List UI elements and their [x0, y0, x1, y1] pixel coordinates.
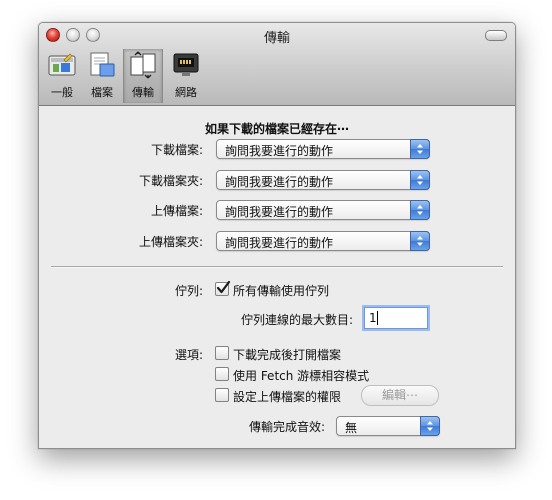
edit-permissions-button[interactable]: 編輯⋯ — [361, 385, 439, 406]
popup-arrows-icon — [410, 170, 430, 190]
options-label: 選項: — [174, 348, 203, 362]
toolbar-item-transfer[interactable]: 傳輸 — [123, 49, 163, 103]
completion-sound-label: 傳輸完成音效: — [248, 420, 325, 434]
toolbar-label-transfer: 傳輸 — [132, 86, 154, 99]
download-folder-label: 下載檔案夾: — [138, 174, 203, 188]
toolbar-item-general[interactable]: 一般 — [43, 49, 81, 103]
upload-permissions-label: 設定上傳檔案的權限 — [233, 390, 342, 404]
queue-label: 佇列: — [174, 284, 203, 298]
download-folder-value: 詢問我要進行的動作 — [225, 175, 334, 189]
toolbar-item-files[interactable]: 檔案 — [83, 49, 121, 103]
title-bar: 傳輸 一般 檔案 傳輸 網路 — [39, 23, 515, 106]
window-title: 傳輸 — [263, 31, 290, 46]
completion-sound-value: 無 — [345, 421, 358, 435]
max-connections-field[interactable]: 1 — [364, 307, 428, 329]
download-file-value: 詢問我要進行的動作 — [225, 144, 334, 158]
max-connections-label: 佇列連線的最大數目: — [240, 313, 353, 327]
open-after-download-checkbox[interactable] — [215, 346, 229, 360]
open-after-download-label: 下載完成後打開檔案 — [233, 348, 342, 362]
text-caret — [377, 311, 378, 325]
toolbar-label-general: 一般 — [51, 86, 73, 99]
use-queue-label: 所有傳輸使用佇列 — [233, 284, 330, 298]
toolbar-label-network: 網路 — [175, 86, 197, 99]
existing-files-header: 如果下載的檔案已經存在⋯ — [204, 122, 349, 136]
general-prefs-icon — [48, 53, 76, 76]
network-icon — [173, 53, 199, 76]
transfer-preferences-panel: 如果下載的檔案已經存在⋯ 下載檔案: 詢問我要進行的動作 下載檔案夾: 詢問我要… — [39, 106, 515, 448]
use-queue-checkbox[interactable] — [215, 280, 231, 296]
upload-permissions-checkbox[interactable] — [215, 388, 229, 402]
preferences-window: 傳輸 一般 檔案 傳輸 網路 如果下載的檔案已經存在⋯ 下載檔案: 詢問我要進行… — [38, 22, 516, 449]
popup-arrows-icon — [410, 231, 430, 251]
files-icon — [90, 52, 115, 77]
upload-file-label: 上傳檔案: — [150, 204, 203, 218]
max-connections-value: 1 — [369, 311, 377, 325]
transfer-icon — [130, 51, 156, 79]
download-folder-popup[interactable]: 詢問我要進行的動作 — [216, 170, 430, 190]
upload-file-value: 詢問我要進行的動作 — [225, 205, 334, 219]
toolbar-item-network[interactable]: 網路 — [167, 49, 205, 103]
completion-sound-popup[interactable]: 無 — [336, 416, 440, 436]
upload-folder-label: 上傳檔案夾: — [138, 235, 203, 249]
popup-arrows-icon — [410, 139, 430, 159]
upload-folder-value: 詢問我要進行的動作 — [225, 236, 334, 250]
cursor-compat-label: 使用 Fetch 游標相容模式 — [233, 369, 370, 383]
upload-folder-popup[interactable]: 詢問我要進行的動作 — [216, 231, 430, 251]
checkmark-icon — [216, 280, 231, 294]
toolbar-toggle-button[interactable] — [485, 30, 507, 41]
section-divider — [51, 266, 503, 268]
popup-arrows-icon — [420, 416, 440, 436]
toolbar-label-files: 檔案 — [91, 86, 113, 99]
popup-arrows-icon — [410, 200, 430, 220]
cursor-compat-checkbox[interactable] — [215, 367, 229, 381]
download-file-label: 下載檔案: — [150, 143, 203, 157]
download-file-popup[interactable]: 詢問我要進行的動作 — [216, 139, 430, 159]
upload-file-popup[interactable]: 詢問我要進行的動作 — [216, 200, 430, 220]
